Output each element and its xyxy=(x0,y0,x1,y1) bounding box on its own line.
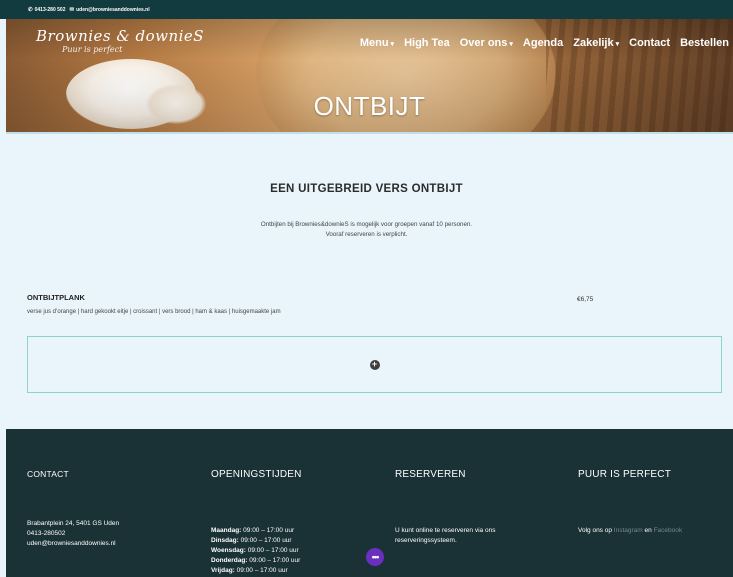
nav-item-agenda[interactable]: Agenda xyxy=(523,37,563,49)
hours-day: Vrijdag: xyxy=(211,567,235,574)
nav-label: Zakelijk xyxy=(573,37,614,49)
logo-wordmark: Brownies & downieS xyxy=(36,27,205,45)
nav-item-high-tea[interactable]: High Tea xyxy=(404,37,450,49)
footer-heading: CONTACT xyxy=(27,469,69,479)
menu-item: ONTBIJTPLANK verse jus d’orange | hard g… xyxy=(27,293,717,315)
email-contact[interactable]: ✉ uden@browniesanddownies.nl xyxy=(69,7,149,13)
add-plus-icon[interactable]: + xyxy=(369,359,380,370)
nav-item-over-ons[interactable]: Over ons ▾ xyxy=(460,37,513,49)
hours-day: Woensdag: xyxy=(211,547,246,554)
footer-contact-body: Brabantplein 24, 5401 GS Uden 0413-28050… xyxy=(27,519,119,549)
hero-banner: Brownies & downieS Puur is perfect Menu ▾… xyxy=(6,19,733,133)
nav-label: Bestellen xyxy=(680,37,729,49)
add-module-area[interactable]: + xyxy=(27,336,722,393)
nav-label: Agenda xyxy=(522,37,564,49)
social-text: Volg ons op xyxy=(578,527,612,534)
hours-time: 09:00 – 17:00 uur xyxy=(249,557,301,564)
menu-item-name: ONTBIJTPLANK xyxy=(27,293,85,302)
email-address[interactable]: uden@browniesanddownies.nl xyxy=(76,7,150,13)
hours-day: Donderdag: xyxy=(211,557,248,564)
nav-item-menu[interactable]: Menu ▾ xyxy=(360,37,394,49)
top-bar: ✆ 0413-280 502 ✉ uden@browniesanddownies… xyxy=(0,0,733,19)
page-title: ONTBIJT xyxy=(313,91,426,121)
chevron-down-icon: ▾ xyxy=(509,41,513,48)
contact-phone[interactable]: 0413-280502 xyxy=(27,529,119,539)
social-text: en xyxy=(644,527,652,534)
reserve-text: U kunt online te reserveren via ons xyxy=(395,527,496,534)
phone-icon: ✆ xyxy=(28,6,33,13)
footer-social-body: Volg ons op Instagram en Facebook xyxy=(578,526,682,536)
contact-address: Brabantplein 24, 5401 GS Uden xyxy=(27,520,120,527)
opening-hours-list: Maandag: 09:00 – 17:00 uur Dinsdag: 09:0… xyxy=(211,526,302,576)
menu-item-price: €6,75 xyxy=(577,296,594,303)
chevron-down-icon: ▾ xyxy=(390,41,395,48)
site-logo[interactable]: Brownies & downieS Puur is perfect xyxy=(36,27,204,54)
footer-heading: RESERVEREN xyxy=(395,469,466,480)
footer-social: PUUR IS PERFECT Volg ons op Instagram en… xyxy=(578,469,682,536)
hours-row: Maandag: 09:00 – 17:00 uur xyxy=(211,526,302,536)
main-navigation: Menu ▾ High Tea Over ons ▾ Agenda Zakelijk… xyxy=(360,37,729,49)
footer-reserve: RESERVEREN U kunt online te reserveren v… xyxy=(395,469,495,546)
nav-label: High Tea xyxy=(404,37,450,49)
footer-heading: PUUR IS PERFECT xyxy=(578,469,672,480)
reserve-text-link[interactable]: reserveringssysteem. xyxy=(395,536,495,546)
hours-row: Vrijdag: 09:00 – 17:00 uur xyxy=(211,566,302,576)
intro-line: Vooraf reserveren is verplicht. xyxy=(325,231,408,238)
nav-item-bestellen[interactable]: Bestellen xyxy=(680,37,729,49)
nav-item-zakelijk[interactable]: Zakelijk ▾ xyxy=(573,37,619,49)
hours-row: Dinsdag: 09:00 – 17:00 uur xyxy=(211,536,302,546)
section-title: EEN UITGEBREID VERS ONTBIJT xyxy=(270,183,463,195)
nav-label: Contact xyxy=(629,37,671,49)
hours-row: Donderdag: 09:00 – 17:00 uur xyxy=(211,556,302,566)
hours-time: 09:00 – 17:00 uur xyxy=(240,537,292,544)
contact-email[interactable]: uden@browniesanddownies.nl xyxy=(27,539,119,549)
hours-time: 09:00 – 17:00 uur xyxy=(243,527,295,534)
hours-row: Woensdag: 09:00 – 17:00 uur xyxy=(211,546,302,556)
footer-contact: CONTACT Brabantplein 24, 5401 GS Uden 04… xyxy=(27,469,119,549)
hours-day: Dinsdag: xyxy=(211,537,239,544)
chat-bubble-icon[interactable]: ••• xyxy=(366,548,384,566)
menu-item-description: verse jus d’orange | hard gekookt eitje … xyxy=(27,309,281,315)
hours-time: 09:00 – 17:00 uur xyxy=(247,547,299,554)
hours-time: 09:00 – 17:00 uur xyxy=(236,567,288,574)
footer-hours: OPENINGSTIJDEN Maandag: 09:00 – 17:00 uu… xyxy=(211,469,302,576)
footer-heading: OPENINGSTIJDEN xyxy=(211,469,302,480)
nav-item-contact[interactable]: Contact xyxy=(629,37,670,49)
intro-text: Ontbijten bij Brownies&downieS is mogeli… xyxy=(0,220,733,240)
facebook-link[interactable]: Facebook xyxy=(654,527,683,534)
instagram-link[interactable]: Instagram xyxy=(614,527,643,534)
phone-number[interactable]: 0413-280 502 xyxy=(35,7,66,13)
footer-reserve-body: U kunt online te reserveren via ons rese… xyxy=(395,526,495,546)
hours-day: Maandag: xyxy=(211,527,242,534)
hero-divider xyxy=(6,132,733,134)
intro-line: Ontbijten bij Brownies&downieS is mogeli… xyxy=(260,221,473,228)
nav-label: Menu xyxy=(359,37,389,49)
envelope-icon: ✉ xyxy=(69,6,75,13)
nav-label: Over ons xyxy=(459,37,508,49)
logo-tagline: Puur is perfect xyxy=(62,45,123,54)
chevron-down-icon: ▾ xyxy=(615,41,620,48)
phone-contact[interactable]: ✆ 0413-280 502 xyxy=(28,7,65,13)
